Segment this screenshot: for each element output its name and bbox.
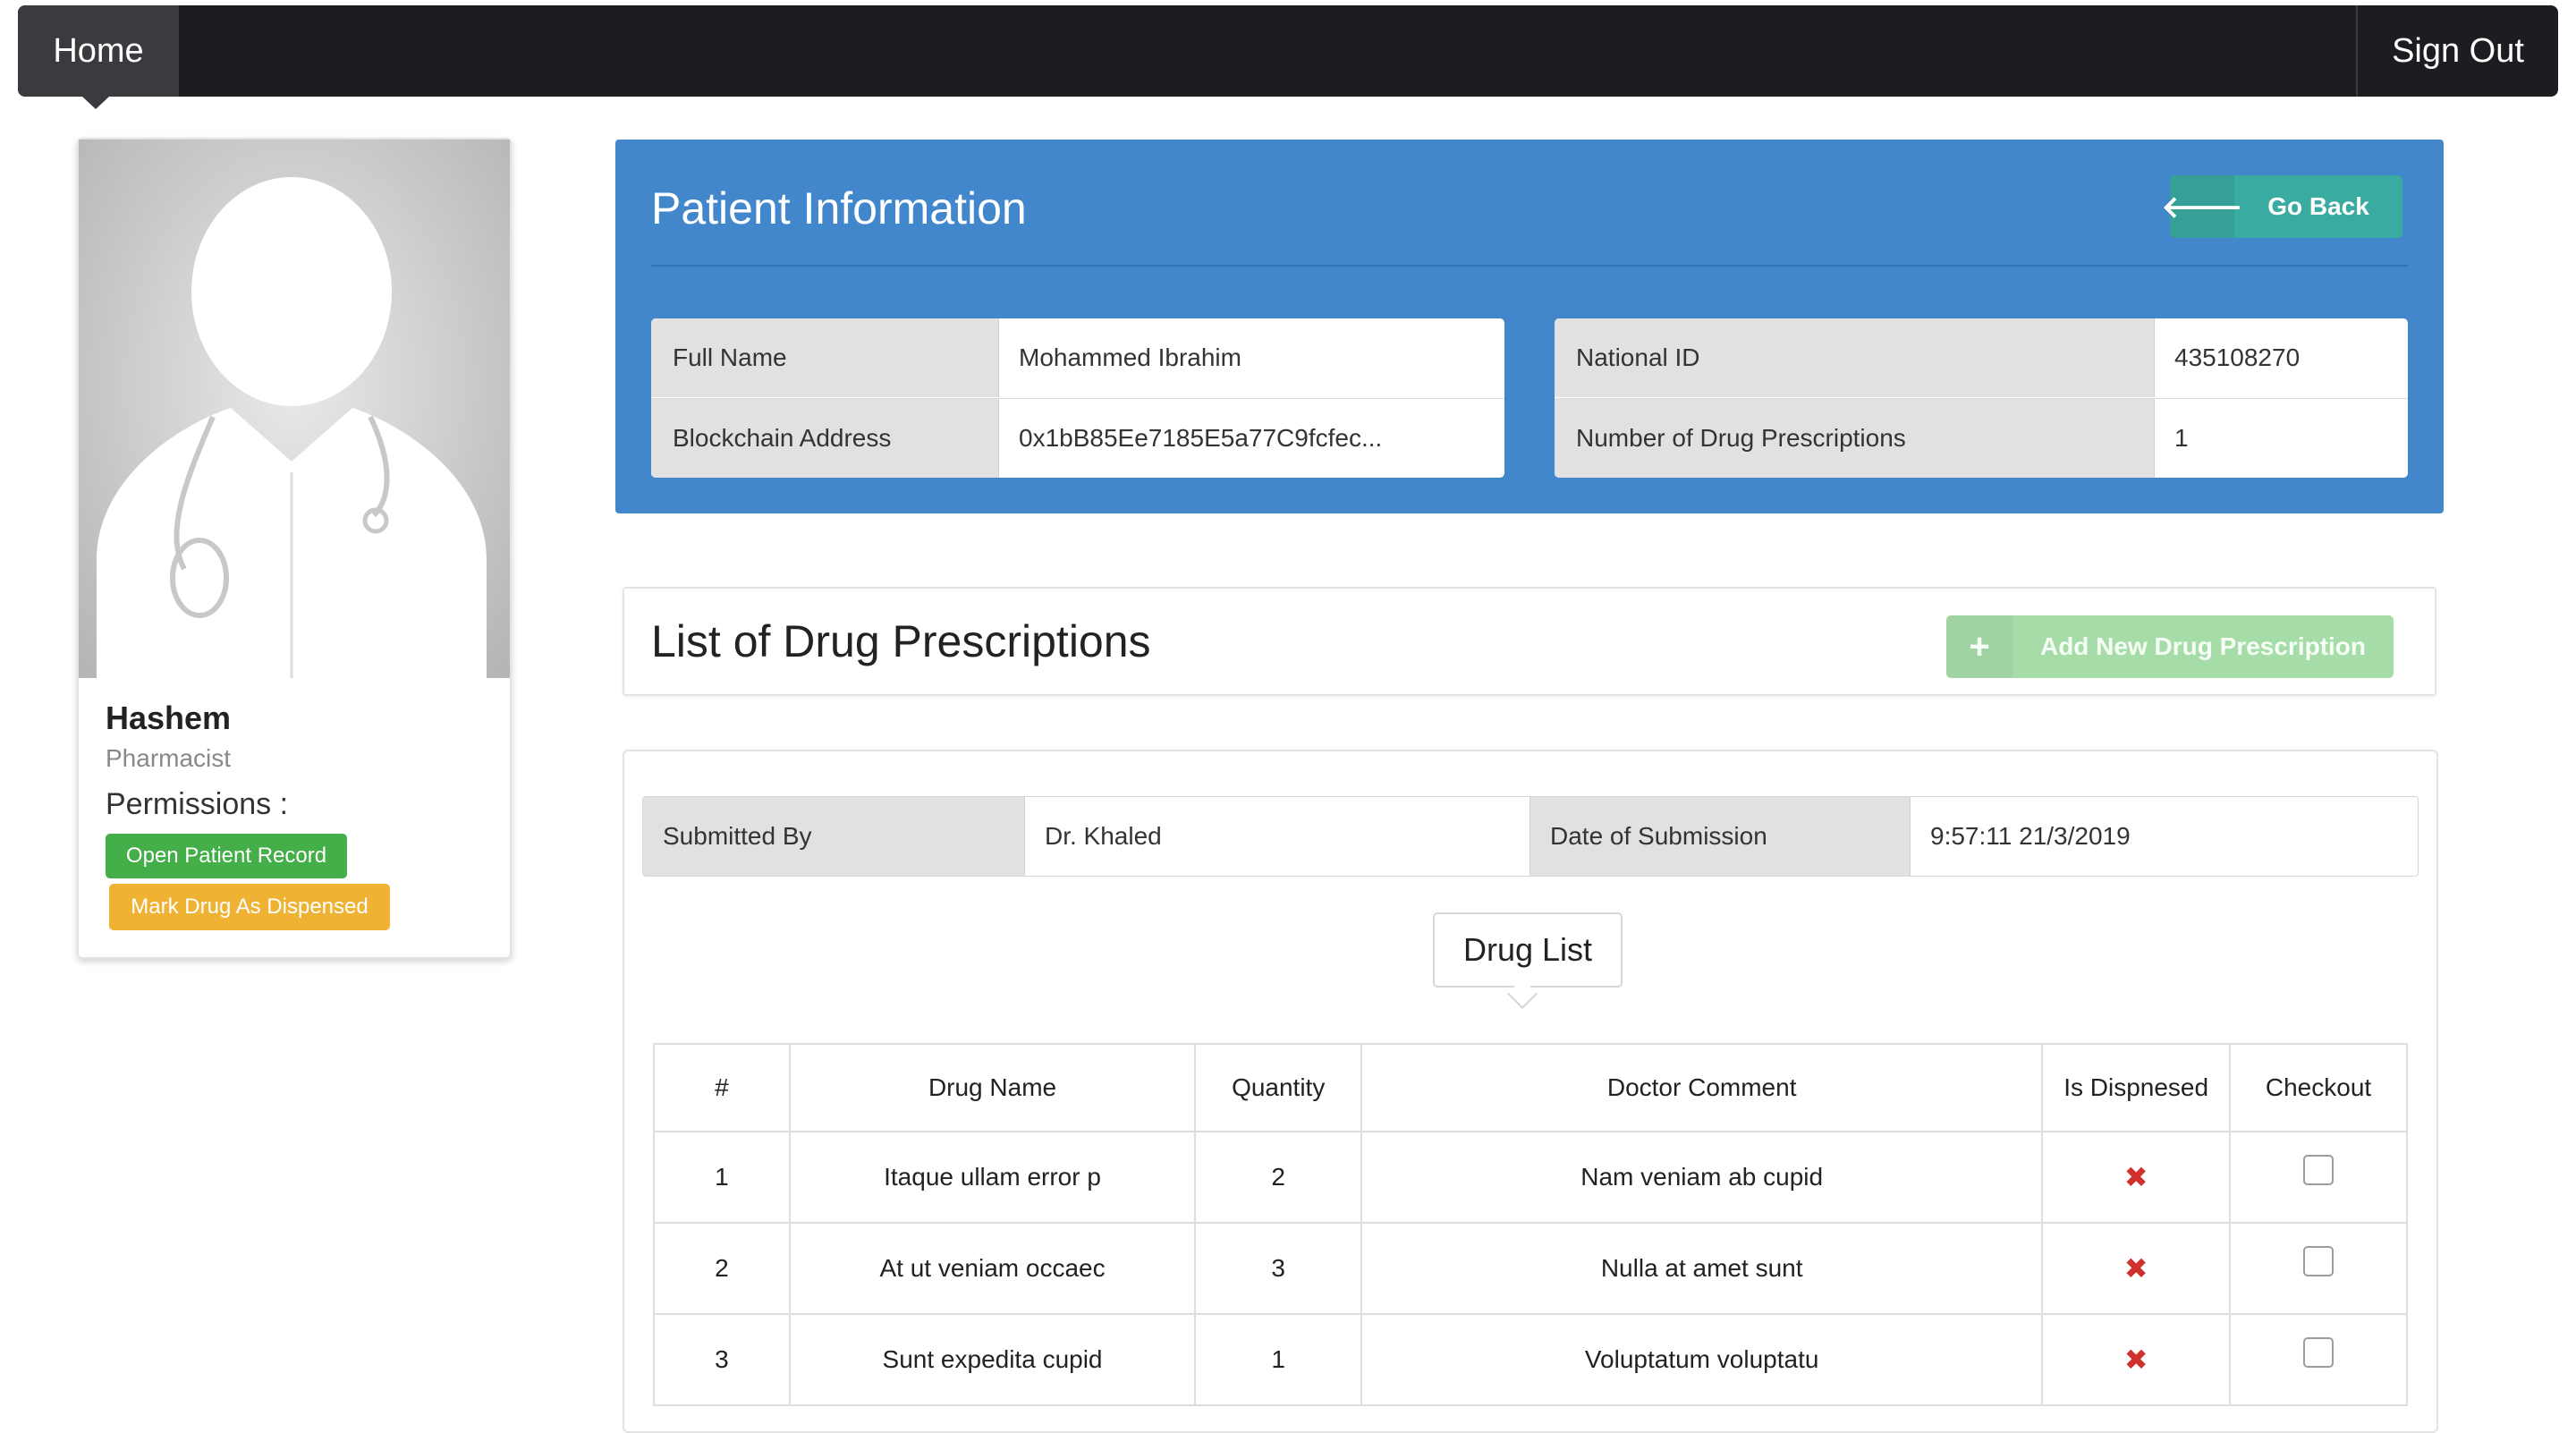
patient-information-panel: Patient Information 🡐 Go Back Full Name …: [615, 140, 2444, 513]
is-dispensed-cell: ✖: [2041, 1313, 2232, 1406]
checkout-cell: [2229, 1313, 2408, 1406]
submitted-by-label: Submitted By: [643, 797, 1024, 876]
permission-badge-open-record: Open Patient Record: [106, 834, 347, 878]
doctor-comment: Voluptatum voluptatu: [1360, 1313, 2044, 1406]
checkout-checkbox[interactable]: [2303, 1246, 2334, 1277]
patient-stats-table: National ID 435108270 Number of Drug Pre…: [1555, 318, 2408, 478]
column-header: Checkout: [2229, 1043, 2408, 1132]
cross-icon: ✖: [2123, 1161, 2148, 1193]
national-id-row: National ID 435108270: [1555, 318, 2408, 397]
doctor-comment: Nam veniam ab cupid: [1360, 1131, 2044, 1224]
plus-icon: +: [1946, 615, 2012, 678]
national-id-value: 435108270: [2154, 318, 2408, 397]
full-name-row: Full Name Mohammed Ibrahim: [651, 318, 1504, 397]
checkout-checkbox[interactable]: [2303, 1155, 2334, 1186]
date-of-submission-value: 9:57:11 21/3/2019: [1910, 797, 2418, 876]
is-dispensed-cell: ✖: [2041, 1131, 2232, 1224]
national-id-label: National ID: [1555, 318, 2154, 397]
panel-divider: [651, 265, 2408, 267]
go-back-button[interactable]: 🡐 Go Back: [2161, 175, 2402, 238]
full-name-label: Full Name: [651, 318, 998, 397]
doctor-silhouette-icon: [97, 177, 487, 678]
profile-card: Hashem Pharmacist Permissions : Open Pat…: [77, 138, 512, 959]
full-name-value: Mohammed Ibrahim: [998, 318, 1504, 397]
quantity: 1: [1194, 1313, 1363, 1406]
drug-name: Sunt expedita cupid: [788, 1313, 1197, 1406]
cross-icon: ✖: [2123, 1252, 2148, 1285]
add-drug-prescription-button[interactable]: + Add New Drug Prescription: [1946, 615, 2394, 678]
checkout-cell: [2229, 1222, 2408, 1315]
prescription-meta: Submitted By Dr. Khaled Date of Submissi…: [642, 796, 2419, 877]
table-row: 3 Sunt expedita cupid 1 Voluptatum volup…: [653, 1313, 2408, 1406]
blockchain-address-label: Blockchain Address: [651, 399, 998, 478]
column-header: Quantity: [1194, 1043, 1363, 1132]
go-back-label: Go Back: [2267, 192, 2369, 220]
add-drug-prescription-label: Add New Drug Prescription: [2039, 632, 2367, 660]
prescriptions-header-card: List of Drug Prescriptions + Add New Dru…: [623, 587, 2436, 696]
column-header: Doctor Comment: [1360, 1043, 2044, 1132]
top-navbar: Home Sign Out: [18, 5, 2558, 97]
user-name: Hashem: [106, 700, 232, 736]
date-of-submission-label: Date of Submission: [1530, 797, 1910, 876]
permissions-label: Permissions :: [106, 787, 289, 821]
prescription-count-value: 1: [2154, 399, 2408, 478]
table-header-row: # Drug Name Quantity Doctor Comment Is D…: [653, 1043, 2408, 1132]
permission-badge-mark-dispensed: Mark Drug As Dispensed: [109, 884, 390, 930]
prescription-card: Submitted By Dr. Khaled Date of Submissi…: [623, 750, 2438, 1433]
patient-identity-table: Full Name Mohammed Ibrahim Blockchain Ad…: [651, 318, 1504, 478]
avatar: [79, 140, 510, 678]
cross-icon: ✖: [2123, 1344, 2148, 1376]
row-number: 1: [653, 1131, 791, 1224]
nav-home-link[interactable]: Home: [18, 5, 179, 97]
blockchain-address-row: Blockchain Address 0x1bB85Ee7185E5a77C9f…: [651, 398, 1504, 478]
sign-out-link[interactable]: Sign Out: [2356, 5, 2558, 97]
is-dispensed-cell: ✖: [2041, 1222, 2232, 1315]
arrow-left-icon: 🡐: [2161, 175, 2243, 238]
checkout-checkbox[interactable]: [2303, 1337, 2334, 1369]
column-header: Is Dispnesed: [2041, 1043, 2232, 1132]
blockchain-address-value: 0x1bB85Ee7185E5a77C9fcfec...: [998, 399, 1504, 478]
prescriptions-list-title: List of Drug Prescriptions: [651, 616, 1151, 666]
submitted-by-value: Dr. Khaled: [1024, 797, 1530, 876]
active-nav-caret: [82, 97, 109, 109]
quantity: 3: [1194, 1222, 1363, 1315]
row-number: 3: [653, 1313, 791, 1406]
quantity: 2: [1194, 1131, 1363, 1224]
table-row: 1 Itaque ullam error p 2 Nam veniam ab c…: [653, 1131, 2408, 1224]
drug-name: Itaque ullam error p: [788, 1131, 1197, 1224]
column-header: #: [653, 1043, 791, 1132]
column-header: Drug Name: [788, 1043, 1197, 1132]
drug-name: At ut veniam occaec: [788, 1222, 1197, 1315]
checkout-cell: [2229, 1131, 2408, 1224]
row-number: 2: [653, 1222, 791, 1315]
drug-list-label: Drug List: [1433, 912, 1623, 988]
user-role: Pharmacist: [106, 744, 232, 772]
patient-information-title: Patient Information: [651, 183, 1027, 233]
doctor-comment: Nulla at amet sunt: [1360, 1222, 2044, 1315]
drug-list-table: # Drug Name Quantity Doctor Comment Is D…: [653, 1043, 2408, 1406]
prescription-count-row: Number of Drug Prescriptions 1: [1555, 398, 2408, 478]
prescription-count-label: Number of Drug Prescriptions: [1555, 399, 2154, 478]
table-row: 2 At ut veniam occaec 3 Nulla at amet su…: [653, 1222, 2408, 1315]
